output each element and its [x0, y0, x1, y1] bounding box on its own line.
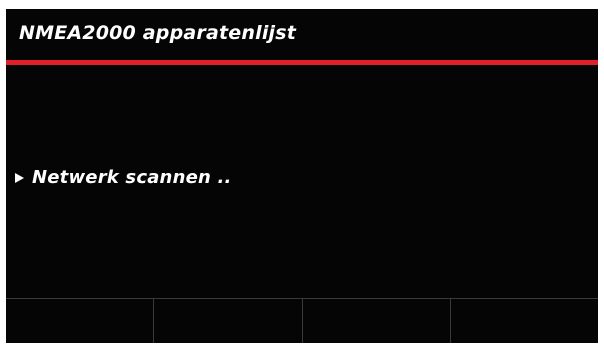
title-bar: NMEA2000 apparatenlijst [6, 9, 598, 60]
scan-status-text: Netwerk scannen .. [32, 167, 232, 188]
device-screen: NMEA2000 apparatenlijst Netwerk scannen … [6, 9, 598, 343]
scan-status: Netwerk scannen .. [15, 167, 232, 188]
softkey-4[interactable] [449, 299, 598, 343]
softkey-2[interactable] [153, 299, 301, 343]
play-arrow-icon [15, 172, 24, 183]
softkey-1[interactable] [6, 299, 153, 343]
page-title: NMEA2000 apparatenlijst [19, 22, 297, 44]
softkey-bar [6, 298, 598, 343]
device-list-area: Netwerk scannen .. [6, 65, 598, 298]
softkey-3[interactable] [301, 299, 450, 343]
